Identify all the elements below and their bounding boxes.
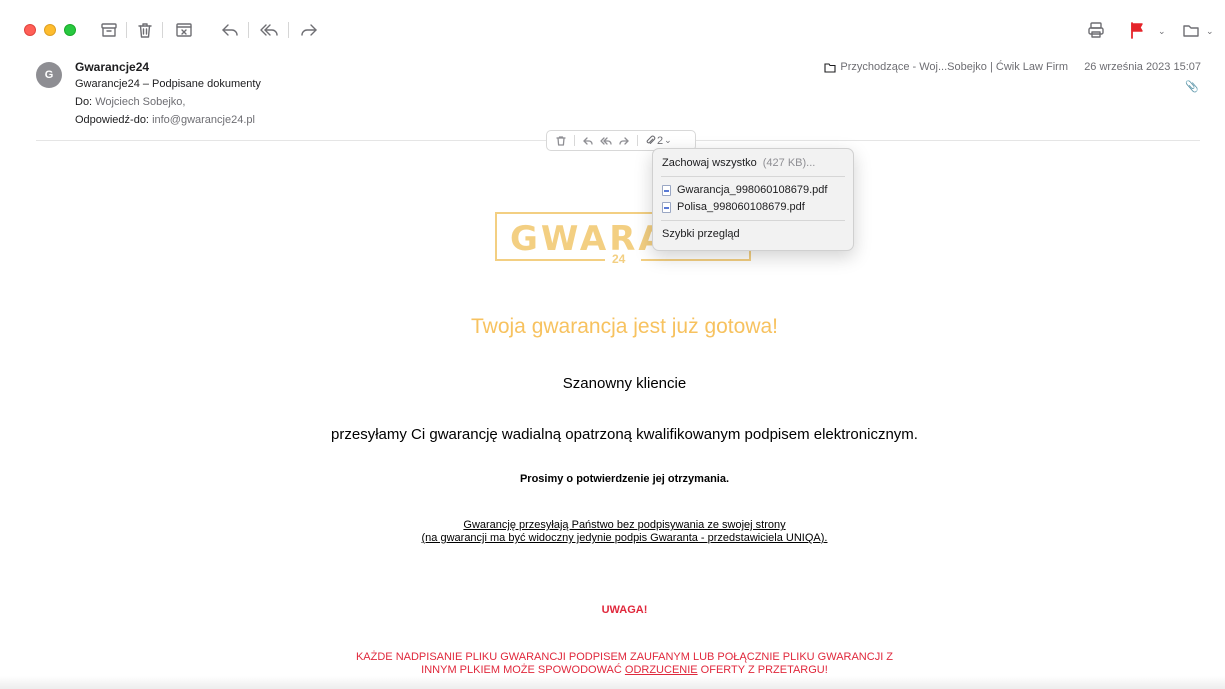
move-to-folder-icon[interactable] (1180, 19, 1202, 41)
attachment-menu-item[interactable]: Polisa_998060108679.pdf (653, 197, 853, 217)
pdf-file-icon (662, 184, 671, 196)
forward-icon[interactable] (298, 19, 320, 41)
save-all-label: Zachowaj wszystko (662, 157, 757, 169)
reply-icon[interactable] (580, 133, 596, 149)
warning-text: KAŻDE NADPISANIE PLIKU GWARANCJI PODPISE… (0, 651, 1225, 677)
email-greeting: Szanowny kliencie (562, 375, 687, 392)
warning-title: UWAGA! (601, 604, 648, 616)
email-body-text: przesyłamy Ci gwarancję wadialną opatrzo… (331, 426, 918, 443)
warning-line: KAŻDE NADPISANIE PLIKU GWARANCJI PODPISE… (355, 651, 894, 663)
archive-icon[interactable] (98, 19, 120, 41)
folder-menu-chevron-icon[interactable]: ⌄ (1206, 26, 1214, 37)
save-all-menu-item[interactable]: Zachowaj wszystko (427 KB)... (653, 153, 853, 173)
paperclip-icon (646, 135, 656, 144)
toolbar-divider (637, 135, 638, 146)
menu-separator (661, 220, 845, 221)
toolbar-divider (248, 22, 249, 38)
toolbar-divider (574, 135, 575, 146)
trash-icon[interactable] (553, 133, 569, 149)
confirmation-request: Prosimy o potwierdzenie jej otrzymania. (519, 473, 730, 485)
attachment-filename: Gwarancja_998060108679.pdf (677, 184, 828, 196)
signature-note-line: Gwarancję przesyłają Państwo bez podpisy… (463, 519, 786, 531)
reply-to-label: Odpowiedź-do: (75, 114, 149, 126)
recipient-value[interactable]: Wojciech Sobejko, (95, 96, 185, 108)
zoom-window-button[interactable] (64, 24, 76, 36)
reply-all-icon[interactable] (258, 19, 280, 41)
save-all-size: (427 KB)... (762, 157, 816, 169)
print-icon[interactable] (1085, 19, 1107, 41)
quick-look-menu-item[interactable]: Szybki przegląd (653, 224, 853, 244)
warning-segment: INNYM PLKIEM MOŻE SPOWODOWAĆ (421, 664, 625, 676)
attachment-indicator-icon: 📎 (1185, 81, 1199, 93)
flag-icon[interactable] (1126, 19, 1148, 41)
flag-menu-chevron-icon[interactable]: ⌄ (1158, 26, 1166, 37)
reply-to-line: Odpowiedź-do: info@gwarancje24.pl (75, 114, 255, 126)
attachments-button[interactable]: 2 ⌄ (645, 135, 672, 147)
message-subject: Gwarancje24 – Podpisane dokumenty (75, 78, 261, 90)
window-controls (24, 24, 76, 36)
scroll-fade (0, 676, 1225, 689)
junk-icon[interactable] (173, 19, 195, 41)
minimize-window-button[interactable] (44, 24, 56, 36)
attachments-menu: Zachowaj wszystko (427 KB)... Gwarancja_… (652, 148, 854, 251)
logo-border-right (641, 259, 751, 261)
toolbar-divider (288, 22, 289, 38)
menu-separator (661, 176, 845, 177)
toolbar-divider (126, 22, 127, 38)
avatar: G (36, 62, 62, 88)
recipient-line: Do: Wojciech Sobejko, (75, 96, 185, 108)
pdf-file-icon (662, 201, 671, 213)
logo-border-left (495, 259, 605, 261)
window-toolbar: ⌄ ⌄ (0, 0, 1225, 52)
reply-icon[interactable] (219, 19, 241, 41)
message-date: 26 września 2023 15:07 (1084, 61, 1201, 73)
attachment-count: 2 (657, 134, 664, 147)
warning-segment: OFERTY Z PRZETARGU! (697, 664, 828, 676)
to-label: Do: (75, 96, 93, 108)
mailbox-location: Przychodzące - Woj...Sobejko | Ćwik Law … (824, 61, 1068, 73)
attachment-filename: Polisa_998060108679.pdf (677, 201, 805, 213)
warning-emphasis: ODRZUCENIE (624, 664, 698, 676)
toolbar-divider (162, 22, 163, 38)
signature-note-line: (na gwarancji ma być widoczny jedynie po… (421, 532, 828, 544)
trash-icon[interactable] (134, 19, 156, 41)
chevron-down-icon: ⌄ (664, 135, 672, 145)
logo-subtext: 24 (612, 252, 626, 266)
close-window-button[interactable] (24, 24, 36, 36)
reply-all-icon[interactable] (598, 133, 614, 149)
signature-note: Gwarancję przesyłają Państwo bez podpisy… (0, 519, 1225, 545)
forward-icon[interactable] (616, 133, 632, 149)
sender-name[interactable]: Gwarancje24 (75, 60, 149, 74)
reply-to-value[interactable]: info@gwarancje24.pl (152, 114, 255, 126)
folder-icon (824, 62, 836, 73)
email-headline: Twoja gwarancja jest już gotowa! (471, 315, 778, 338)
mailbox-name: Przychodzące - Woj...Sobejko | Ćwik Law … (840, 61, 1068, 73)
